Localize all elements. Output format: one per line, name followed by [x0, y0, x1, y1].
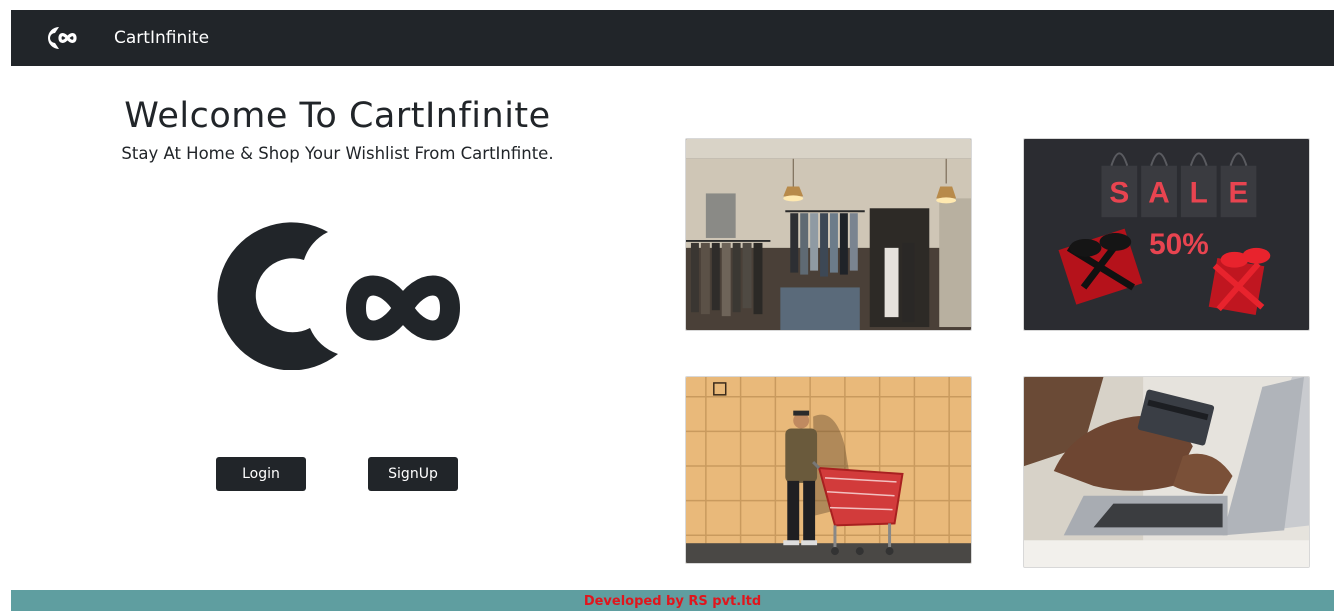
sale-image: S A L E 50% [1023, 138, 1310, 331]
page: CartInfinite Welcome To CartInfinite Sta… [0, 0, 1334, 611]
shopping-cart-image [685, 376, 972, 564]
clothing-store-image [685, 138, 972, 331]
online-payment-image [1023, 376, 1310, 568]
sale-letter-l: L [1190, 176, 1208, 209]
cart-infinite-logo-icon[interactable] [39, 24, 83, 52]
sale-percent: 50% [1149, 228, 1209, 261]
page-title: Welcome To CartInfinite [124, 96, 551, 136]
page-subtitle: Stay At Home & Shop Your Wishlist From C… [121, 144, 554, 163]
sale-letter-e: E [1229, 176, 1249, 209]
footer: Developed by RS pvt.ltd [11, 590, 1334, 611]
footer-credit: Developed by RS pvt.ltd [583, 594, 762, 609]
signup-button[interactable]: SignUp [368, 457, 458, 491]
cart-infinite-logo-icon [217, 222, 461, 370]
navbar-brand[interactable]: CartInfinite [114, 26, 209, 50]
navbar: CartInfinite [11, 10, 1334, 66]
sale-letter-a: A [1148, 176, 1170, 209]
sale-letter-s: S [1109, 176, 1129, 209]
login-button[interactable]: Login [216, 457, 306, 491]
